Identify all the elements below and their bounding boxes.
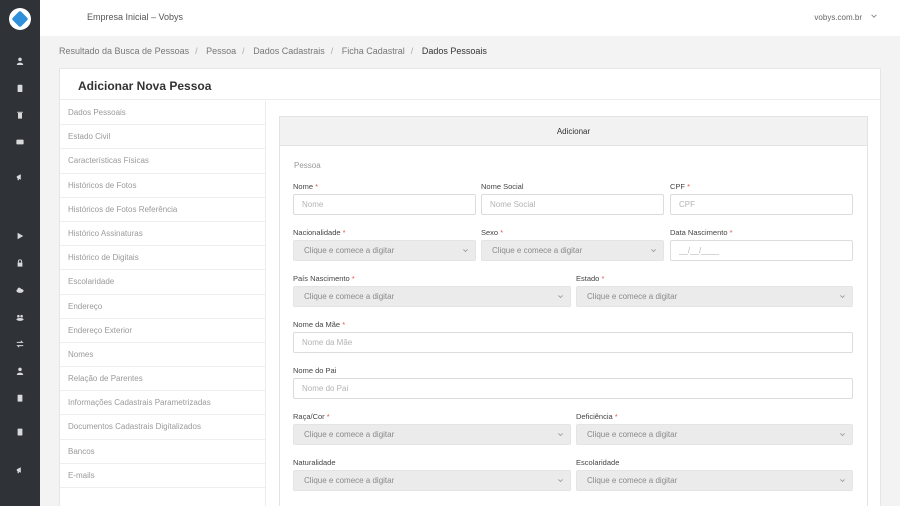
menu-item[interactable]: Documentos Cadastrais Digitalizados bbox=[60, 415, 265, 440]
group-icon[interactable] bbox=[0, 310, 40, 324]
card-icon[interactable] bbox=[0, 135, 40, 149]
nome-pai-label: Nome do Pai bbox=[293, 366, 337, 375]
data-nascimento-input[interactable]: __/__/____ bbox=[670, 240, 853, 261]
menu-item[interactable]: Dados Pessoais bbox=[60, 101, 265, 126]
play-icon[interactable] bbox=[0, 229, 40, 243]
cpf-label: CPF bbox=[670, 182, 685, 191]
calculator-icon[interactable] bbox=[0, 425, 40, 439]
page-title: Adicionar Nova Pessoa bbox=[78, 79, 212, 93]
nome-label: Nome bbox=[293, 182, 314, 191]
chevron-down-icon bbox=[840, 295, 845, 299]
form-panel: Adicionar Pessoa Nome * Nome Nome Social… bbox=[279, 116, 868, 506]
nome-mae-input[interactable]: Nome da Mãe bbox=[293, 332, 853, 353]
breadcrumb: Resultado da Busca de Pessoas / Pessoa / D… bbox=[59, 46, 487, 56]
breadcrumb-item[interactable]: Dados Cadastrais bbox=[253, 46, 325, 56]
user-icon[interactable] bbox=[0, 364, 40, 378]
nacionalidade-label: Nacionalidade bbox=[293, 228, 341, 237]
nome-input[interactable]: Nome bbox=[293, 194, 476, 215]
chevron-down-icon[interactable] bbox=[870, 12, 878, 20]
nome-social-group: Nome Social Nome Social bbox=[481, 182, 664, 215]
menu-item[interactable]: Relação de Parentes bbox=[60, 367, 265, 392]
chevron-down-icon bbox=[651, 249, 656, 253]
menu-item[interactable]: Endereço Exterior bbox=[60, 319, 265, 343]
breadcrumb-item[interactable]: Pessoa bbox=[206, 46, 236, 56]
naturalidade-group: Naturalidade Clique e comece a digitar bbox=[293, 458, 571, 491]
menu-item[interactable]: Histórico Assinaturas bbox=[60, 222, 265, 247]
menu-item[interactable]: Nomes bbox=[60, 343, 265, 368]
company-title: Empresa Inicial – Vobys bbox=[87, 12, 184, 22]
sexo-label: Sexo bbox=[481, 228, 499, 237]
menu-item[interactable]: Endereço bbox=[60, 295, 265, 319]
nacionalidade-group: Nacionalidade * Clique e comece a digita… bbox=[293, 228, 476, 261]
cpf-group: CPF * CPF bbox=[670, 182, 853, 215]
chevron-down-icon bbox=[840, 433, 845, 437]
pais-nascimento-label: País Nascimento bbox=[293, 274, 350, 283]
naturalidade-label: Naturalidade bbox=[293, 458, 336, 467]
nome-mae-group: Nome da Mãe * Nome da Mãe bbox=[293, 320, 853, 353]
chevron-down-icon bbox=[558, 433, 563, 437]
estado-select[interactable]: Clique e comece a digitar bbox=[576, 286, 853, 307]
breadcrumb-item[interactable]: Resultado da Busca de Pessoas bbox=[59, 46, 189, 56]
menu-item[interactable]: Escolaridade bbox=[60, 270, 265, 295]
menu-item[interactable]: Estado Civil bbox=[60, 125, 265, 150]
nacionalidade-select[interactable]: Clique e comece a digitar bbox=[293, 240, 476, 261]
menu-item[interactable]: Históricos de Fotos Referência bbox=[60, 198, 265, 222]
lock-icon[interactable] bbox=[0, 256, 40, 270]
estado-label: Estado bbox=[576, 274, 600, 283]
raca-cor-select[interactable]: Clique e comece a digitar bbox=[293, 424, 571, 445]
section-label: Pessoa bbox=[294, 161, 321, 170]
estado-group: Estado * Clique e comece a digitar bbox=[576, 274, 853, 307]
escolaridade-select[interactable]: Clique e comece a digitar bbox=[576, 470, 853, 491]
megaphone-icon[interactable] bbox=[0, 463, 40, 477]
deficiencia-select[interactable]: Clique e comece a digitar bbox=[576, 424, 853, 445]
menu-item[interactable]: Histórico de Digitais bbox=[60, 246, 265, 271]
nome-pai-group: Nome do Pai Nome do Pai bbox=[293, 366, 853, 399]
section-menu: Dados Pessoais Estado Civil Característi… bbox=[60, 101, 265, 488]
menu-item[interactable]: Informações Cadastrais Parametrizadas bbox=[60, 391, 265, 416]
menu-item[interactable]: Históricos de Fotos bbox=[60, 174, 265, 198]
naturalidade-select[interactable]: Clique e comece a digitar bbox=[293, 470, 571, 491]
main-card: Adicionar Nova Pessoa Dados Pessoais Est… bbox=[59, 68, 881, 506]
breadcrumb-current: Dados Pessoais bbox=[421, 46, 487, 56]
nome-group: Nome * Nome bbox=[293, 182, 476, 215]
cpf-input[interactable]: CPF bbox=[670, 194, 853, 215]
chevron-down-icon bbox=[840, 479, 845, 483]
clipboard-icon[interactable] bbox=[0, 81, 40, 95]
raca-cor-label: Raça/Cor bbox=[293, 412, 325, 421]
menu-item[interactable]: Bancos bbox=[60, 440, 265, 464]
pais-nascimento-select[interactable]: Clique e comece a digitar bbox=[293, 286, 571, 307]
sexo-select[interactable]: Clique e comece a digitar bbox=[481, 240, 664, 261]
nome-mae-label: Nome da Mãe bbox=[293, 320, 341, 329]
panel-title: Adicionar bbox=[280, 117, 867, 146]
transfer-icon[interactable] bbox=[0, 337, 40, 351]
chevron-down-icon bbox=[463, 249, 468, 253]
app-sidebar bbox=[0, 0, 40, 506]
menu-item[interactable]: Características Físicas bbox=[60, 149, 265, 174]
document-icon[interactable] bbox=[0, 391, 40, 405]
chevron-down-icon bbox=[558, 479, 563, 483]
menu-item[interactable]: E-mails bbox=[60, 464, 265, 488]
vobys-logo-icon[interactable] bbox=[9, 8, 31, 30]
top-header: Empresa Inicial – Vobys vobys.com.br bbox=[40, 0, 900, 36]
data-nascimento-group: Data Nascimento * __/__/____ bbox=[670, 228, 853, 261]
nome-social-input[interactable]: Nome Social bbox=[481, 194, 664, 215]
chevron-down-icon bbox=[558, 295, 563, 299]
pais-nascimento-group: País Nascimento * Clique e comece a digi… bbox=[293, 274, 571, 307]
deficiencia-group: Deficiência * Clique e comece a digitar bbox=[576, 412, 853, 445]
raca-cor-group: Raça/Cor * Clique e comece a digitar bbox=[293, 412, 571, 445]
account-domain[interactable]: vobys.com.br bbox=[814, 13, 862, 22]
escolaridade-label: Escolaridade bbox=[576, 458, 620, 467]
trash-icon[interactable] bbox=[0, 108, 40, 122]
nome-pai-input[interactable]: Nome do Pai bbox=[293, 378, 853, 399]
megaphone-icon[interactable] bbox=[0, 170, 40, 184]
data-nascimento-label: Data Nascimento bbox=[670, 228, 728, 237]
sexo-group: Sexo * Clique e comece a digitar bbox=[481, 228, 664, 261]
user-icon[interactable] bbox=[0, 54, 40, 68]
breadcrumb-item[interactable]: Ficha Cadastral bbox=[342, 46, 405, 56]
cloud-upload-icon[interactable] bbox=[0, 283, 40, 297]
nome-social-label: Nome Social bbox=[481, 182, 524, 191]
deficiencia-label: Deficiência bbox=[576, 412, 613, 421]
escolaridade-group: Escolaridade Clique e comece a digitar bbox=[576, 458, 853, 491]
